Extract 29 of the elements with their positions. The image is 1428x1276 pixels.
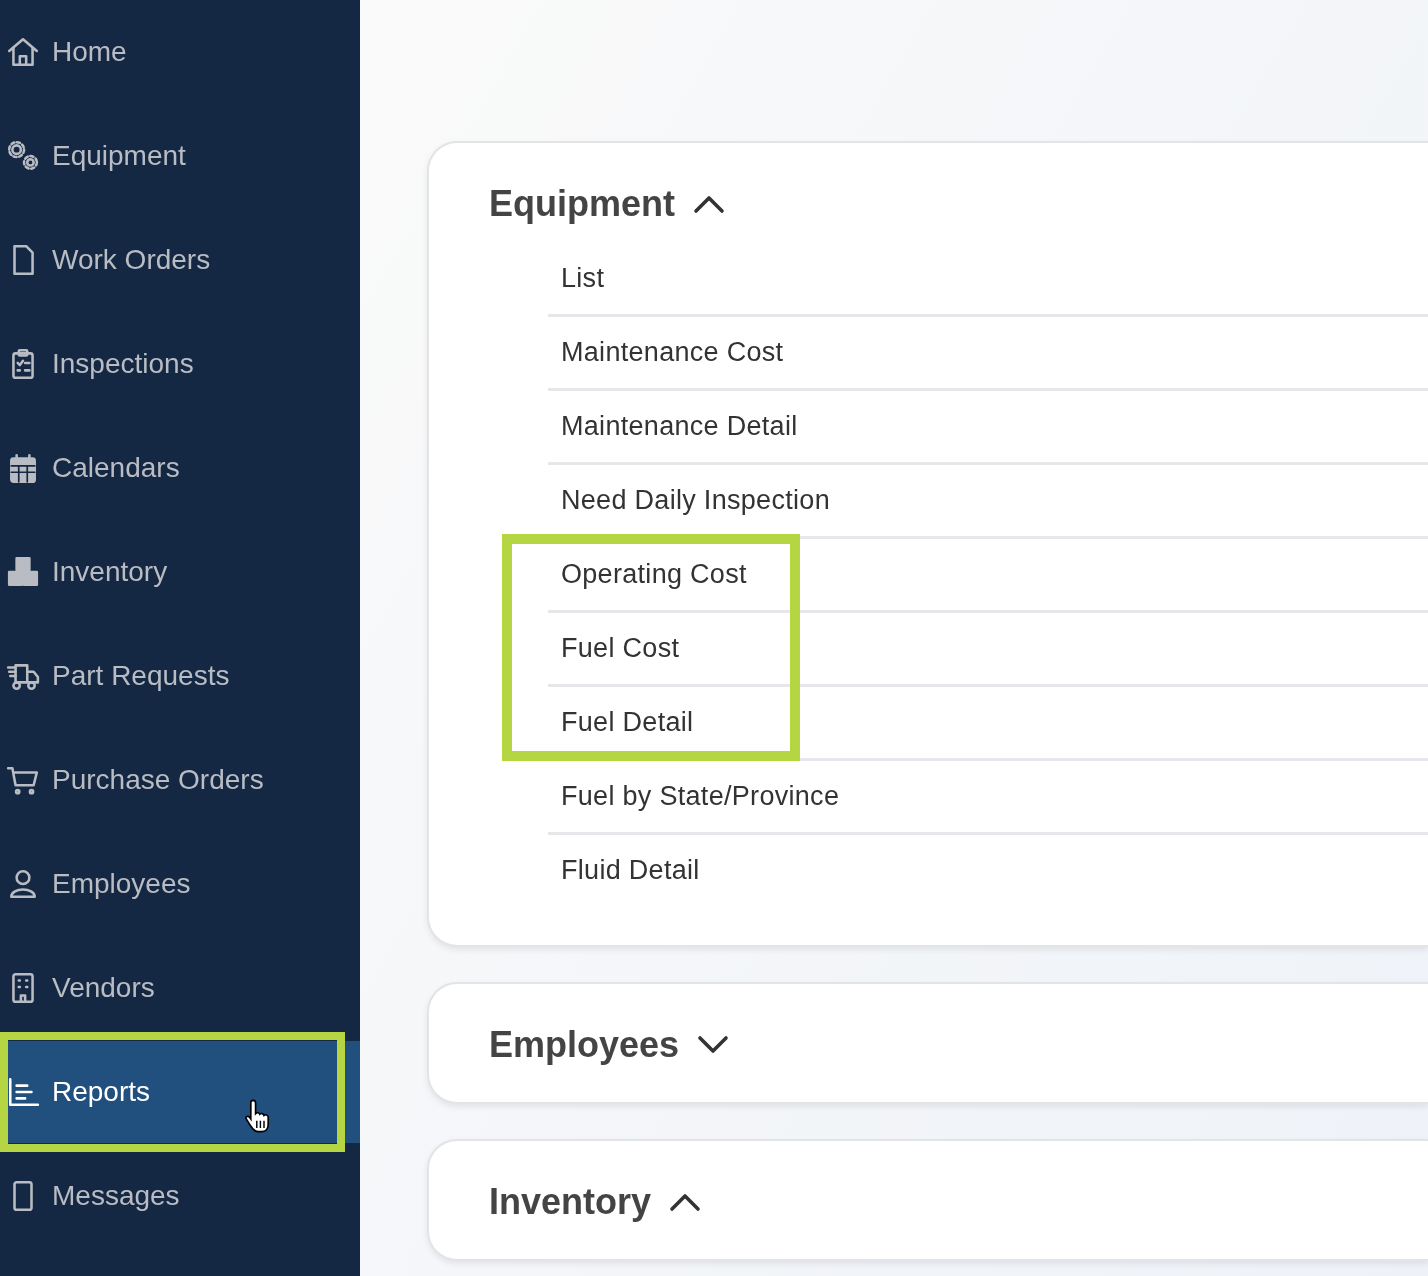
sidebar-item[interactable]: Part Requests (0, 625, 360, 727)
report-link[interactable]: List (548, 243, 1428, 294)
report-link[interactable]: Maintenance Detail (548, 391, 1428, 442)
report-link[interactable]: Fuel by State/Province (548, 761, 1428, 812)
section-toggle[interactable]: Equipment (489, 183, 725, 225)
home-icon (6, 35, 40, 69)
sidebar-item[interactable]: Vendors (0, 937, 360, 1039)
sidebar-item[interactable]: Messages (0, 1145, 360, 1247)
report-link[interactable]: Fluid Detail (548, 835, 1428, 886)
report-link[interactable]: Fuel Cost (548, 613, 1428, 664)
sidebar-item[interactable]: Calendars (0, 417, 360, 519)
sidebar-item[interactable]: Purchase Orders (0, 729, 360, 831)
chevron-down-icon (697, 1035, 730, 1055)
sidebar-item[interactable]: Employees (0, 833, 360, 935)
sidebar-item[interactable]: Equipment (0, 105, 360, 207)
chevron-up-icon (693, 194, 725, 214)
report-link[interactable]: Fuel Detail (548, 687, 1428, 738)
sidebar-item[interactable]: Inspections (0, 313, 360, 415)
chart-icon (6, 1075, 40, 1109)
chevron-up-icon (669, 1192, 702, 1212)
sidebar-item[interactable]: Work Orders (0, 209, 360, 311)
sidebar-item[interactable]: Home (0, 1, 360, 103)
sidebar-item[interactable]: Inventory (0, 521, 360, 623)
section-toggle[interactable]: Inventory (489, 1181, 702, 1223)
section-toggle[interactable]: Employees (489, 1024, 730, 1066)
gears-icon (6, 139, 40, 173)
report-link[interactable]: Maintenance Cost (548, 317, 1428, 368)
report-link[interactable]: Operating Cost (548, 539, 1428, 590)
report-link[interactable]: Need Daily Inspection (548, 465, 1428, 516)
